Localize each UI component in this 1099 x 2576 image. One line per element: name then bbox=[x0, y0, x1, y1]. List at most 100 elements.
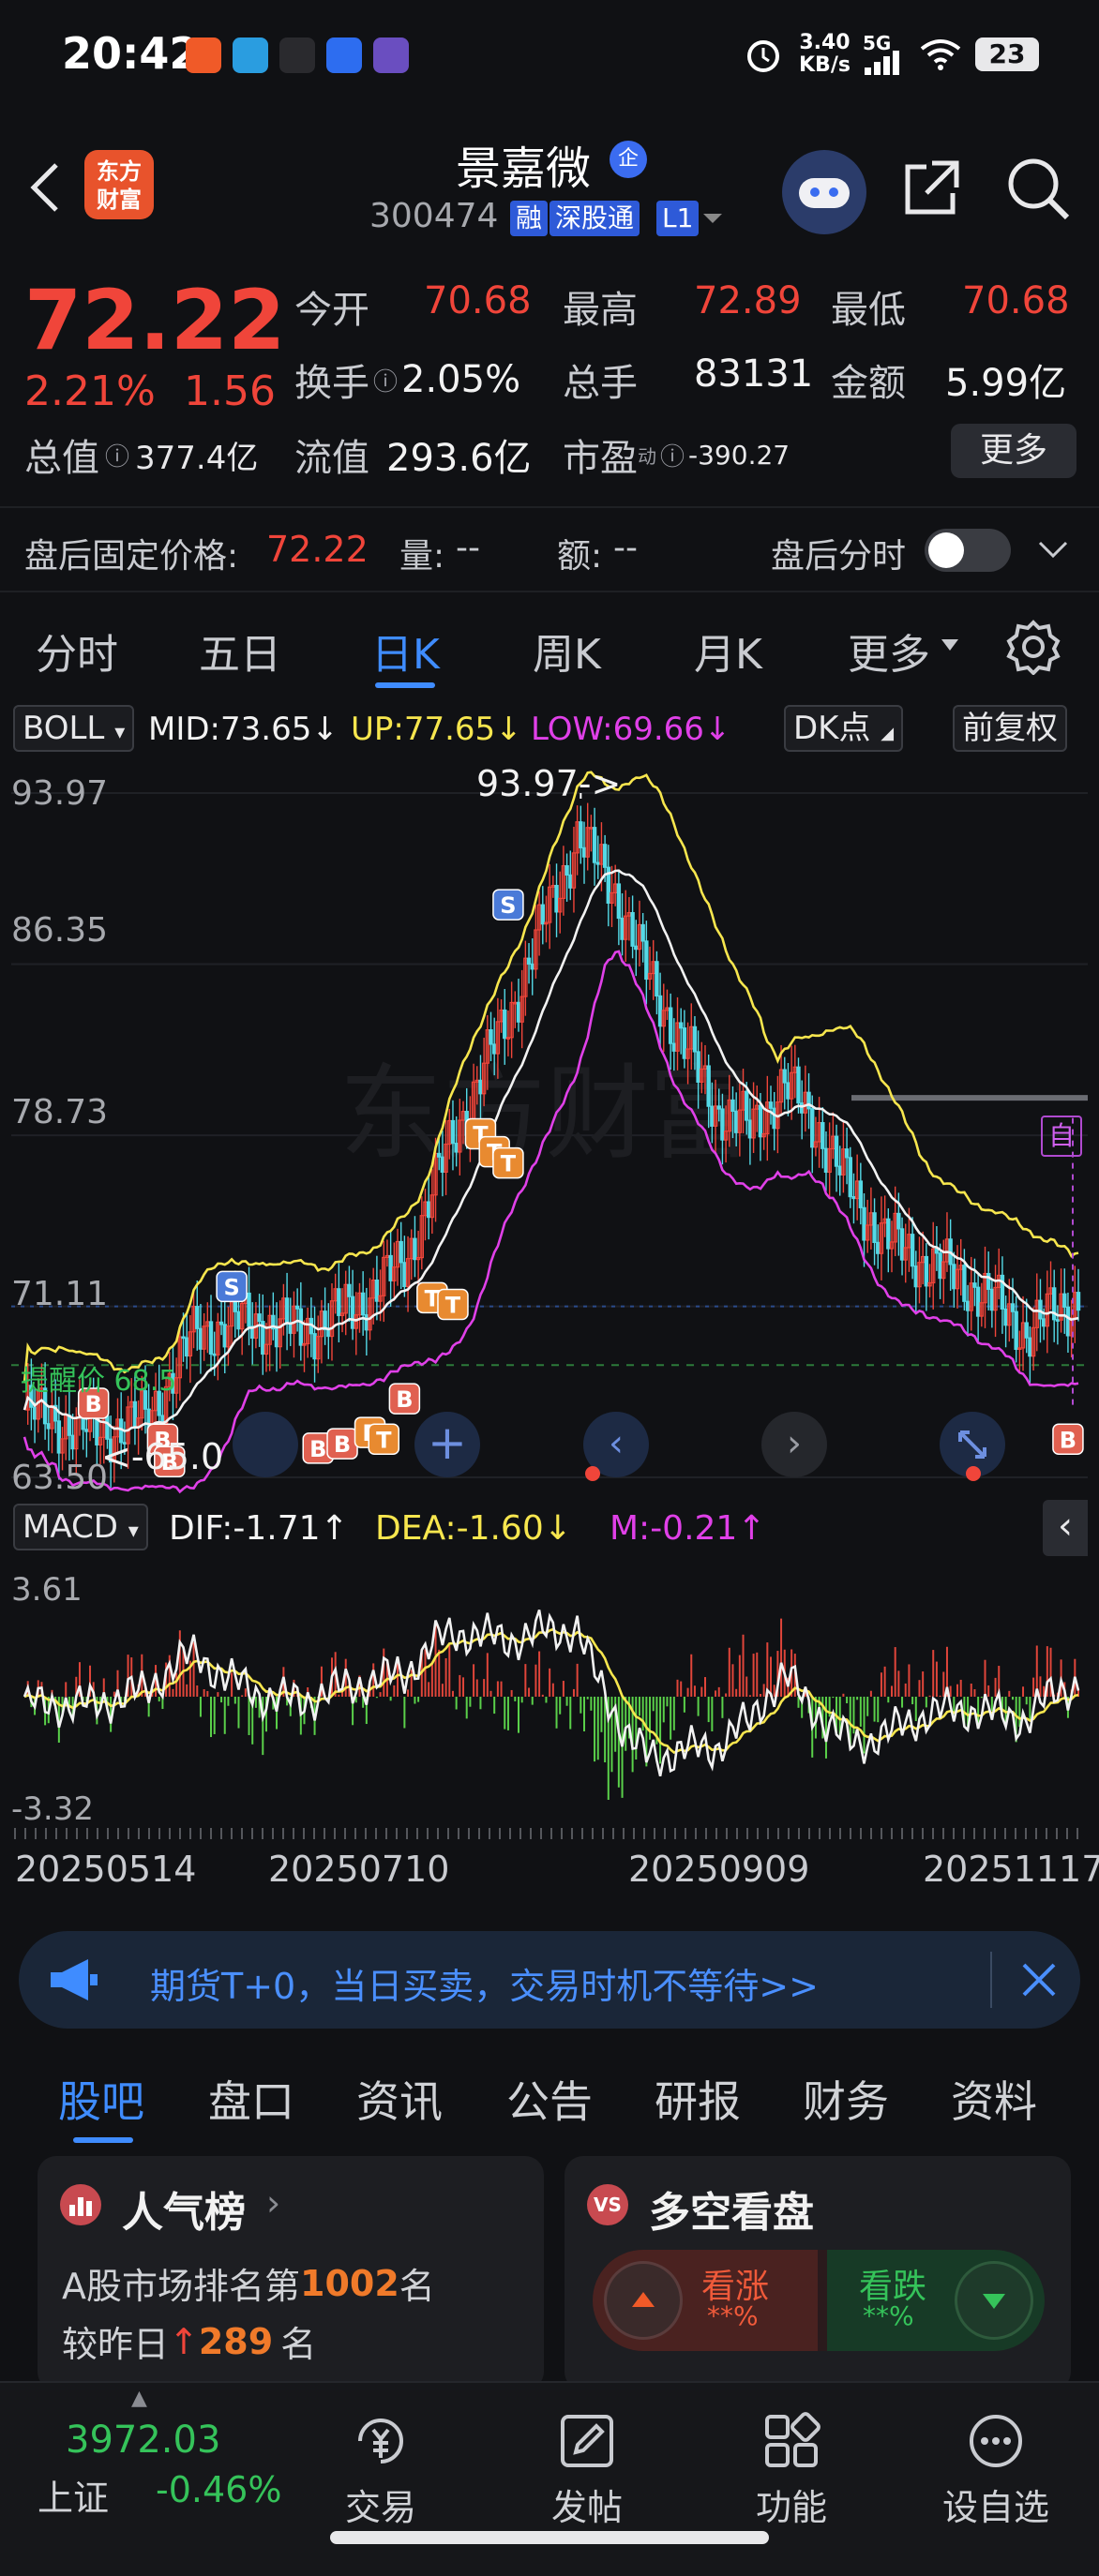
back-arrow-icon[interactable] bbox=[23, 159, 68, 216]
grid-icon bbox=[765, 2412, 820, 2467]
close-icon[interactable] bbox=[1020, 1961, 1058, 1999]
macd-chart[interactable]: 3.61 -3.32 bbox=[11, 1556, 1088, 1828]
tab-monthly-k[interactable]: 月K bbox=[694, 621, 762, 681]
tab-order-book[interactable]: 盘口 bbox=[208, 2068, 294, 2130]
sentiment-card: VS 多空看盘 看涨 **% 看跌 **% bbox=[565, 2156, 1071, 2390]
futures-promo-banner[interactable]: 期货T+0，当日买卖，交易时机不等待>> bbox=[19, 1931, 1080, 2029]
rank-change-line: 较昨日 ↑ 289 名 bbox=[62, 2320, 317, 2366]
chevron-down-icon[interactable] bbox=[1037, 540, 1069, 561]
svg-text:B: B bbox=[309, 1436, 326, 1462]
bull-button[interactable] bbox=[604, 2261, 683, 2340]
caret-up-icon: ▲ bbox=[131, 2387, 147, 2410]
search-icon[interactable] bbox=[1003, 154, 1073, 223]
more-dots-icon bbox=[970, 2415, 1022, 2467]
adjust-mode-button[interactable]: 前复权 bbox=[953, 705, 1067, 752]
change-amount: 1.56 bbox=[184, 367, 276, 415]
svg-text:S: S bbox=[223, 1274, 239, 1300]
dk-point-button[interactable]: DK点 ◢ bbox=[784, 705, 904, 752]
info-icon[interactable]: ⓘ bbox=[660, 438, 685, 472]
active-tab-indicator bbox=[375, 682, 435, 688]
boll-up: UP:77.65↓ bbox=[351, 711, 522, 748]
nav-functions[interactable]: 功能 bbox=[726, 2411, 857, 2530]
more-quote-button[interactable]: 更多 bbox=[951, 424, 1076, 478]
qq-icon bbox=[326, 37, 362, 73]
tab-guba[interactable]: 股吧 bbox=[58, 2068, 144, 2130]
y-label-top: 93.97 bbox=[11, 774, 109, 813]
tab-timeshare[interactable]: 分时 bbox=[36, 621, 118, 681]
tag-margin: 融 bbox=[510, 201, 549, 236]
svg-text:B: B bbox=[1060, 1427, 1076, 1453]
boll-low: LOW:69.66↓ bbox=[531, 711, 731, 748]
stock-code: 300474 bbox=[369, 197, 499, 235]
tab-research[interactable]: 研报 bbox=[655, 2068, 741, 2130]
settings-gear-icon[interactable] bbox=[1005, 619, 1061, 675]
after-hours-row: 盘后固定价格: 72.22 量: -- 额: -- 盘后分时 bbox=[0, 506, 1099, 591]
x-app-icon bbox=[279, 37, 315, 73]
collapse-panel-button[interactable]: ‹ bbox=[1043, 1500, 1088, 1556]
tab-more[interactable]: 更多 bbox=[848, 621, 930, 681]
tab-announcements[interactable]: 公告 bbox=[506, 2068, 593, 2130]
share-icon[interactable] bbox=[898, 156, 964, 221]
y-label-2: 86.35 bbox=[11, 911, 109, 950]
robot-assistant-icon[interactable] bbox=[782, 150, 866, 234]
min-price-note: <-65.0 bbox=[101, 1436, 224, 1477]
signal-icon bbox=[865, 51, 899, 75]
bear-button[interactable] bbox=[955, 2261, 1033, 2340]
nav-watchlist[interactable]: 设自选 bbox=[930, 2411, 1061, 2530]
index-name[interactable]: 上证 bbox=[38, 2469, 109, 2521]
eastmoney-logo: 东方 财富 bbox=[84, 150, 154, 219]
low-label: 最低 bbox=[831, 289, 906, 332]
index-value[interactable]: 3972.03 bbox=[66, 2419, 220, 2462]
amount-label: 金额 bbox=[831, 362, 906, 405]
after-hours-timeshare-label: 盘后分时 bbox=[771, 537, 907, 576]
tab-news[interactable]: 资讯 bbox=[356, 2068, 443, 2130]
pan-right-button[interactable]: › bbox=[761, 1412, 827, 1477]
boll-mid: MID:73.65↓ bbox=[148, 711, 339, 748]
k-app-icon bbox=[373, 37, 409, 73]
info-icon[interactable]: ⓘ bbox=[105, 438, 129, 472]
after-hours-vol-label: 量: bbox=[399, 537, 445, 576]
date-axis: 20250514 20250710 20250909 20251117 bbox=[11, 1828, 1099, 1912]
nav-trade[interactable]: 交易 bbox=[315, 2411, 446, 2530]
info-icon[interactable]: ⓘ bbox=[373, 363, 398, 397]
macd-select[interactable]: MACD ▾ bbox=[13, 1504, 148, 1550]
last-price: 72.22 bbox=[24, 272, 286, 368]
after-hours-amt-label: 额: bbox=[557, 537, 603, 576]
kline-chart[interactable]: 东方财富 BBBBBETBTTTTTSSB 93.97 86.35 78.73 … bbox=[11, 756, 1088, 1497]
change-percent: 2.21% bbox=[24, 367, 156, 415]
svg-text:S: S bbox=[500, 892, 516, 919]
chevron-down-icon[interactable] bbox=[701, 212, 724, 227]
popularity-card[interactable]: 人气榜 › A股市场排名第 1002 名 较昨日 ↑ 289 名 bbox=[38, 2156, 544, 2390]
svg-text:B: B bbox=[396, 1386, 413, 1413]
enterprise-badge: 企 bbox=[610, 141, 647, 178]
chevron-right-icon: › bbox=[266, 2182, 281, 2224]
zoom-in-button[interactable]: + bbox=[414, 1412, 480, 1477]
tag-shenzhen-connect: 深股通 bbox=[550, 201, 640, 236]
index-change[interactable]: -0.46% bbox=[156, 2469, 281, 2510]
svg-text:T: T bbox=[501, 1151, 517, 1177]
chart-control-left-shift[interactable] bbox=[233, 1412, 298, 1477]
turnover-label: 换手 bbox=[294, 362, 369, 405]
self-select-marker[interactable]: 自 bbox=[1041, 1116, 1082, 1157]
tab-five-day[interactable]: 五日 bbox=[199, 621, 281, 681]
popularity-title: 人气榜 bbox=[122, 2189, 246, 2237]
nav-post[interactable]: 发帖 bbox=[521, 2411, 653, 2530]
y-label-bottom: 63.50 bbox=[11, 1459, 109, 1497]
tab-daily-k[interactable]: 日K bbox=[371, 621, 440, 681]
tab-finance[interactable]: 财务 bbox=[803, 2068, 889, 2130]
indicator-select[interactable]: BOLL ▾ bbox=[13, 705, 135, 752]
pe-label: 市盈 bbox=[563, 437, 638, 480]
tab-weekly-k[interactable]: 周K bbox=[533, 621, 601, 681]
low-value: 70.68 bbox=[962, 279, 1070, 322]
wifi-icon bbox=[920, 39, 961, 70]
after-hours-toggle[interactable] bbox=[925, 529, 1011, 572]
control-dot bbox=[585, 1466, 600, 1481]
boll-indicator-bar: BOLL ▾ MID:73.65↓ UP:77.65↓ LOW:69.66↓ D… bbox=[0, 701, 1099, 756]
macd-indicator-bar: MACD ▾ DIF:-1.71↑ DEA:-1.60↓ M:-0.21↑ ‹ bbox=[0, 1500, 1099, 1556]
kline-period-tabs: 分时 五日 日K 周K 月K 更多 bbox=[0, 591, 1099, 694]
tab-profile[interactable]: 资料 bbox=[951, 2068, 1037, 2130]
after-hours-amt: -- bbox=[613, 529, 638, 567]
arrow-up-icon: ↑ bbox=[169, 2320, 199, 2362]
svg-text:T: T bbox=[376, 1427, 392, 1453]
volume-value: 83131 bbox=[694, 352, 814, 396]
